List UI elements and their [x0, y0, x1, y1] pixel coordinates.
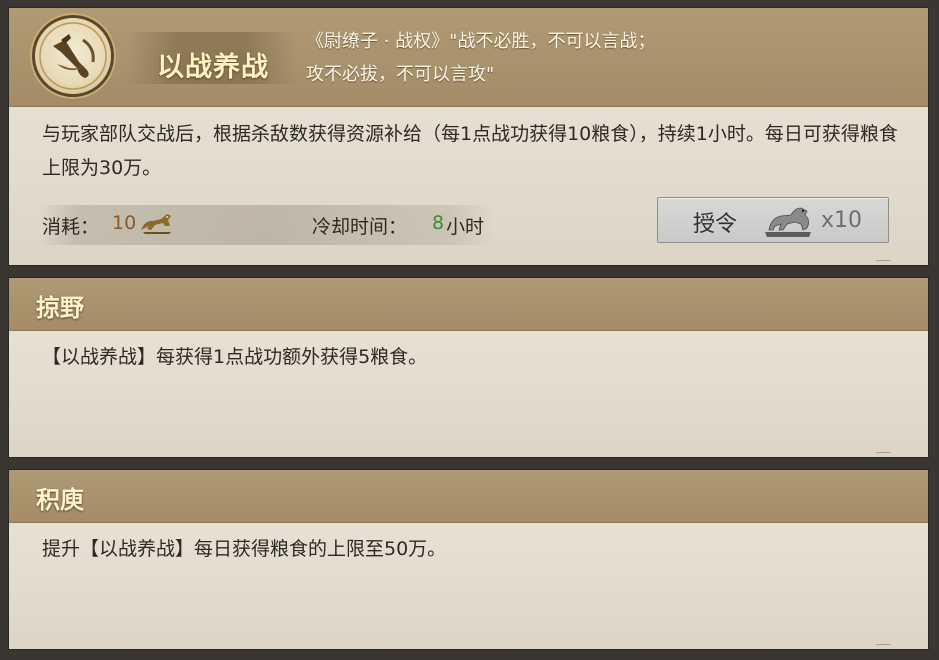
- skill-panel: 以战养战 《尉缭子 · 战权》"战不必胜，不可以言战； 攻不必拔，不可以言攻" …: [9, 8, 928, 265]
- horn-emblem-icon: [35, 18, 111, 94]
- authorize-button-label: 授令: [693, 212, 738, 237]
- authorize-button[interactable]: 授令 x10: [657, 197, 889, 243]
- upgrade-panel: 掠野 【以战养战】每获得1点战功额外获得5粮食。: [9, 278, 928, 457]
- cooldown-label: 冷却时间：: [312, 216, 408, 238]
- panel-corner: [876, 452, 890, 459]
- silver-tiger-token-icon: [761, 200, 817, 240]
- skill-quote: 《尉缭子 · 战权》"战不必胜，不可以言战； 攻不必拔，不可以言攻": [306, 25, 756, 91]
- skill-description: 与玩家部队交战后，根据杀敌数获得资源补给（每1点战功获得10粮食），持续1小时。…: [42, 123, 898, 179]
- skill-title: 以战养战: [157, 52, 269, 83]
- bronze-horse-icon: [137, 208, 177, 238]
- skill-header: 以战养战 《尉缭子 · 战权》"战不必胜，不可以言战； 攻不必拔，不可以言攻": [9, 8, 928, 107]
- quote-line-2: 攻不必拔，不可以言攻": [306, 64, 495, 85]
- panel-corner: [876, 260, 890, 267]
- cooldown-value: 8: [432, 212, 445, 234]
- upgrade-header: 积庾: [9, 470, 928, 523]
- upgrade-panel: 积庾 提升【以战养战】每日获得粮食的上限至50万。: [9, 470, 928, 649]
- cooldown-unit: 小时: [446, 216, 485, 238]
- cost-label: 消耗：: [42, 216, 100, 238]
- upgrade-header: 掠野: [9, 278, 928, 331]
- upgrade-description: 【以战养战】每获得1点战功额外获得5粮食。: [42, 346, 428, 368]
- upgrade-title: 积庾: [36, 486, 84, 514]
- quote-line-1: 《尉缭子 · 战权》"战不必胜，不可以言战；: [306, 31, 656, 52]
- upgrade-title: 掠野: [36, 294, 84, 322]
- authorize-button-qty: x10: [821, 208, 863, 233]
- cost-value: 10: [112, 212, 137, 234]
- upgrade-description: 提升【以战养战】每日获得粮食的上限至50万。: [42, 538, 447, 560]
- cost-strip: [39, 205, 494, 245]
- panel-corner: [876, 644, 890, 651]
